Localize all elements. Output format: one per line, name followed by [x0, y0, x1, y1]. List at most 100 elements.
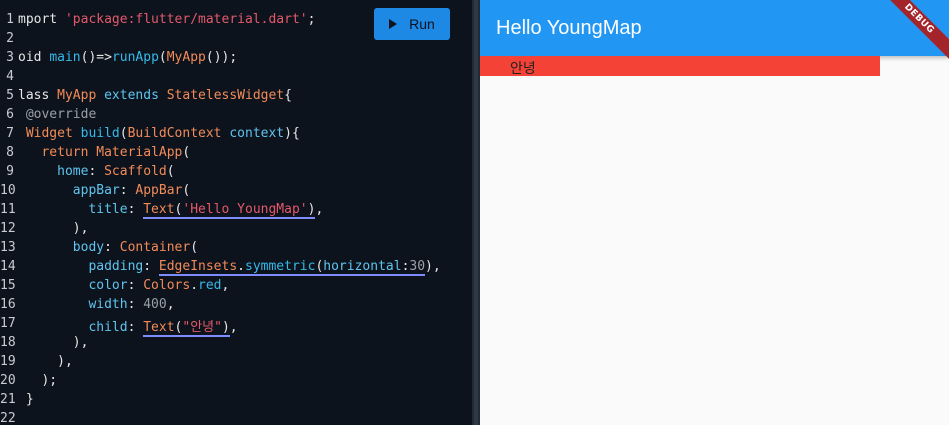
code-token: :: [88, 164, 105, 179]
code-token: AppBar: [135, 183, 183, 198]
code-token: oid: [18, 50, 50, 65]
code-token: :: [127, 202, 144, 217]
code-token: ),: [425, 259, 441, 274]
code-token: 'Hello YoungMap': [182, 202, 308, 217]
code-token: (: [190, 240, 199, 255]
code-token: main: [49, 50, 81, 65]
code-token: Scaffold: [104, 164, 167, 179]
code-token: Colors: [143, 278, 191, 293]
code-token: horizontal: [323, 259, 402, 274]
code-line: title: Text('Hello YoungMap'),: [18, 202, 324, 219]
line-number: 14: [0, 259, 16, 274]
code-line: padding: EdgeInsets.symmetric(horizontal…: [18, 259, 441, 276]
code-line: home: Scaffold(: [18, 164, 175, 179]
code-line: );: [18, 373, 58, 388]
code-token: :: [119, 183, 136, 198]
code-token: .: [190, 278, 199, 293]
line-number: 18: [0, 335, 16, 350]
code-line: appBar: AppBar(: [18, 183, 190, 198]
code-line: color: Colors.red,: [18, 278, 229, 293]
line-number: 10: [0, 183, 16, 198]
code-token: :: [127, 278, 144, 293]
line-number: 16: [0, 297, 16, 312]
code-token: build: [80, 126, 120, 141]
code-token: appBar: [18, 183, 120, 198]
code-editor[interactable]: 1 2 3 4 5 6 7 8 9 10 11 12 13 14 15 16 1…: [0, 0, 476, 425]
code-line: ),: [18, 221, 89, 236]
line-number: 4: [6, 69, 14, 84]
code-token: red: [198, 278, 222, 293]
code-token: ): [221, 320, 230, 335]
play-icon: [389, 19, 398, 29]
code-token: symmetric: [245, 259, 316, 274]
line-number: 19: [0, 354, 16, 369]
code-token: MaterialApp: [96, 145, 183, 160]
code-token: ,: [315, 202, 324, 217]
line-number: 15: [0, 278, 16, 293]
code-token: (: [119, 126, 128, 141]
code-token: Container: [119, 240, 191, 255]
code-token: ;: [307, 12, 316, 27]
code-token: mport: [18, 12, 65, 27]
line-number: 8: [6, 145, 14, 160]
app-preview: Hello YoungMap 안녕 DEBUG: [480, 0, 949, 425]
code-token: :: [127, 297, 144, 312]
code-token: context: [221, 126, 285, 141]
line-number: 5: [6, 88, 14, 103]
code-line: body: Container(: [18, 240, 198, 255]
code-token: 400: [143, 297, 167, 312]
line-number: 22: [0, 411, 16, 425]
code-token: (: [166, 164, 175, 179]
line-number: 2: [6, 31, 14, 46]
red-container: 안녕: [480, 56, 880, 77]
run-button[interactable]: Run: [374, 8, 450, 40]
line-number: 20: [0, 373, 16, 388]
line-number: 7: [6, 126, 14, 141]
code-token: child: [18, 320, 128, 335]
code-token: MyApp: [57, 88, 97, 103]
code-token: runApp: [111, 50, 159, 65]
code-token: 'package:flutter/material.dart': [64, 12, 308, 27]
code-token: ());: [205, 50, 238, 65]
code-token: Widget: [18, 126, 81, 141]
code-token: extends: [96, 88, 167, 103]
code-token: ){: [284, 126, 300, 141]
code-token: width: [18, 297, 128, 312]
run-button-label: Run: [409, 16, 435, 32]
code-token: 30: [409, 259, 426, 274]
code-token: (: [182, 183, 191, 198]
line-number: 17: [0, 316, 16, 331]
code-line: child: Text("안녕"),: [18, 316, 238, 337]
code-line: @override: [18, 107, 97, 122]
line-number: 1: [6, 12, 14, 27]
code-token: Text: [143, 202, 175, 217]
code-line: }: [18, 392, 34, 407]
code-line: mport 'package:flutter/material.dart';: [18, 12, 315, 27]
line-number: 9: [6, 164, 14, 179]
code-token: ,: [221, 278, 230, 293]
code-token: BuildContext: [127, 126, 222, 141]
app-bar: Hello YoungMap: [480, 0, 949, 56]
code-token: ,: [166, 297, 175, 312]
code-token: :: [104, 240, 120, 255]
code-token: .: [237, 259, 245, 274]
code-line: ),: [18, 335, 89, 350]
line-number: 6: [6, 107, 14, 122]
code-token: title: [18, 202, 128, 217]
code-token: EdgeInsets: [158, 259, 238, 274]
code-token: :: [143, 259, 159, 274]
code-token: (: [158, 50, 167, 65]
code-token: home: [18, 164, 89, 179]
container-text: 안녕: [510, 61, 536, 77]
code-line: width: 400,: [18, 297, 175, 312]
code-line: lass MyApp extends StatelessWidget{: [18, 88, 292, 103]
code-token: Text: [143, 320, 175, 335]
app-bar-title: Hello YoungMap: [496, 17, 642, 39]
line-number: 13: [0, 240, 16, 255]
line-number: 11: [0, 202, 16, 217]
code-token: :: [127, 320, 144, 335]
code-token: padding: [18, 259, 144, 274]
editor-scrollbar-thumb[interactable]: [474, 0, 478, 425]
line-number: 21: [0, 392, 16, 407]
code-token: color: [18, 278, 128, 293]
